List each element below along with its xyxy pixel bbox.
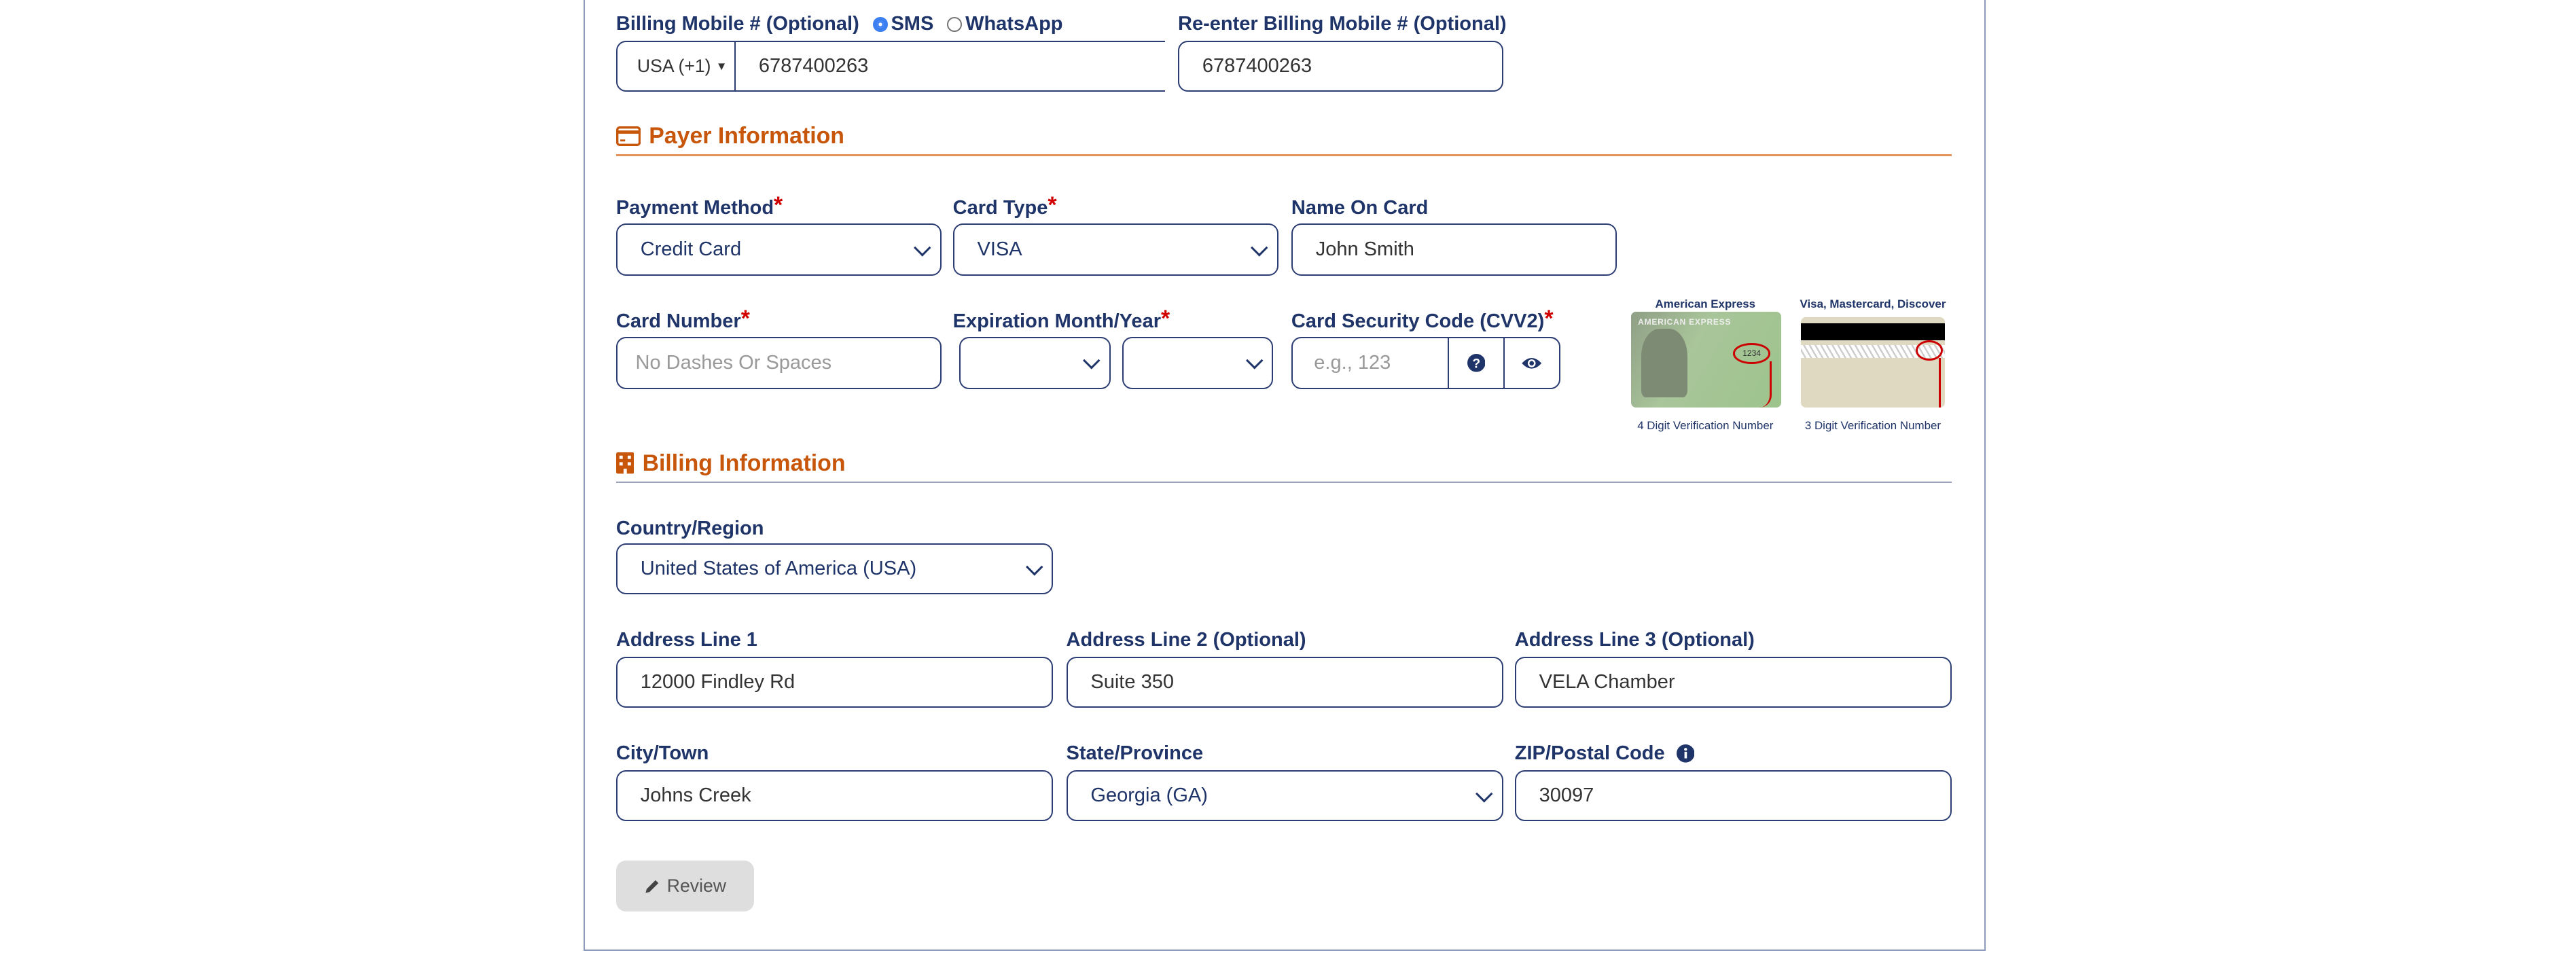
sms-radio[interactable] <box>872 17 888 32</box>
building-icon <box>615 452 634 474</box>
state-label: State/Province <box>1066 742 1204 765</box>
state-select[interactable]: Georgia (GA) <box>1066 770 1503 822</box>
chevron-down-icon <box>1475 784 1493 802</box>
address2-label: Address Line 2 (Optional) <box>1066 629 1306 651</box>
country-code-dropdown[interactable]: USA (+1) ▼ <box>615 41 736 92</box>
billing-information-heading: Billing Information <box>615 450 846 477</box>
address1-label: Address Line 1 <box>615 629 757 651</box>
expiration-label: Expiration Month/Year* <box>952 306 1170 333</box>
cvv-show-button[interactable] <box>1503 336 1561 390</box>
info-circle-icon[interactable] <box>1676 744 1695 763</box>
required-mark: * <box>1161 306 1170 332</box>
whatsapp-label: WhatsApp <box>965 13 1063 35</box>
chevron-down-icon <box>914 238 931 256</box>
billing-heading-text: Billing Information <box>642 450 846 476</box>
billing-mobile-label: Billing Mobile # (Optional) <box>615 13 859 35</box>
amex-card-image: AMERICAN EXPRESS 1234 <box>1631 312 1781 408</box>
review-button-label: Review <box>666 875 726 897</box>
required-mark: * <box>740 306 750 332</box>
eye-icon <box>1522 357 1542 369</box>
zip-input[interactable]: 30097 <box>1514 770 1952 822</box>
payer-information-heading: Payer Information <box>615 123 844 149</box>
address1-input[interactable]: 12000 Findley Rd <box>615 657 1054 708</box>
billing-mobile-input[interactable]: 6787400263 <box>734 41 1165 92</box>
name-on-card-input[interactable]: John Smith <box>1291 223 1617 276</box>
zip-label: ZIP/Postal Code <box>1515 742 1695 765</box>
visa-card-back-image <box>1800 317 1946 408</box>
reenter-mobile-label: Re-enter Billing Mobile # (Optional) <box>1177 13 1507 35</box>
payer-divider <box>615 154 1952 156</box>
reenter-mobile-input[interactable]: 6787400263 <box>1177 41 1503 92</box>
billing-divider <box>615 481 1952 483</box>
cvv-label: Card Security Code (CVV2)* <box>1291 306 1554 333</box>
required-mark: * <box>774 192 783 219</box>
pencil-icon <box>645 880 659 893</box>
payer-heading-text: Payer Information <box>649 123 844 149</box>
payment-method-label: Payment Method* <box>615 192 783 219</box>
credit-card-icon <box>615 126 641 147</box>
page: Billing Mobile # (Optional) SMS WhatsApp… <box>0 0 2576 976</box>
payment-method-select[interactable]: Credit Card <box>615 223 942 276</box>
chevron-down-icon <box>1083 352 1101 369</box>
cvv-help-button[interactable]: ? <box>1447 336 1505 390</box>
country-label: Country/Region <box>615 517 764 539</box>
review-button[interactable]: Review <box>615 861 755 912</box>
expiration-month-select[interactable] <box>959 336 1111 390</box>
card-number-input[interactable]: No Dashes Or Spaces <box>615 336 942 390</box>
reenter-mobile-value: 6787400263 <box>1202 55 1312 77</box>
required-mark: * <box>1048 192 1057 219</box>
required-mark: * <box>1544 306 1554 332</box>
caret-down-icon: ▼ <box>715 59 728 73</box>
svg-text:?: ? <box>1472 357 1480 372</box>
chevron-down-icon <box>1251 238 1268 256</box>
sms-label: SMS <box>891 13 934 35</box>
city-input[interactable]: Johns Creek <box>615 770 1054 822</box>
amex-caption: 4 Digit Verification Number <box>1637 418 1774 432</box>
card-type-label: Card Type* <box>952 192 1057 219</box>
chevron-down-icon <box>1026 558 1043 575</box>
whatsapp-radio[interactable] <box>947 17 963 32</box>
question-circle-icon: ? <box>1467 354 1486 372</box>
mobile-label-row: Billing Mobile # (Optional) SMS WhatsApp <box>616 13 1063 35</box>
city-label: City/Town <box>615 742 709 765</box>
address2-input[interactable]: Suite 350 <box>1066 657 1503 708</box>
chevron-down-icon <box>1246 352 1263 369</box>
card-number-label: Card Number* <box>615 306 750 333</box>
visa-caption: 3 Digit Verification Number <box>1804 418 1942 432</box>
country-select[interactable]: United States of America (USA) <box>615 543 1054 595</box>
amex-title: American Express <box>1655 297 1756 310</box>
card-type-select[interactable]: VISA <box>952 223 1278 276</box>
address3-input[interactable]: VELA Chamber <box>1514 657 1952 708</box>
billing-mobile-value: 6787400263 <box>758 55 869 77</box>
expiration-year-select[interactable] <box>1122 336 1274 390</box>
address3-label: Address Line 3 (Optional) <box>1514 629 1755 651</box>
name-on-card-label: Name On Card <box>1291 197 1429 219</box>
country-code-value: USA (+1) <box>637 56 711 77</box>
visa-title: Visa, Mastercard, Discover <box>1800 297 1946 310</box>
cvv-input[interactable]: e.g., 123 <box>1291 336 1450 390</box>
